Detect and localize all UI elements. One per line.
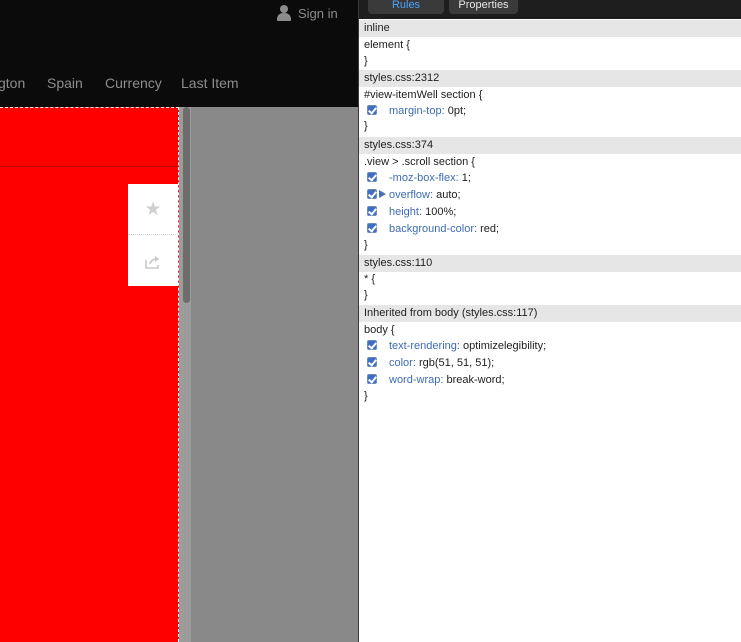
rule-selector: #view-itemWell section { [364,89,483,101]
property-row: margin-top: 0pt; [367,105,466,121]
property-value[interactable]: rgb(51, 51, 51); [419,357,494,369]
property-value[interactable]: 1; [462,172,471,184]
section-divider [0,166,178,167]
tab-properties[interactable]: Properties [449,0,518,14]
property-checkbox[interactable] [367,172,377,182]
item-actions: ★ [128,184,178,286]
property-value[interactable]: break-word; [446,374,504,386]
rule-source-inherited: Inherited from body (styles.css:117) [359,305,741,322]
rule-source: styles.css:374 [359,137,741,154]
sign-in-link[interactable]: Sign in [277,4,338,22]
share-icon[interactable] [145,255,161,269]
expand-arrow-icon[interactable] [379,190,386,198]
property-name[interactable]: height [389,206,419,218]
property-checkbox[interactable] [367,105,377,115]
star-icon[interactable]: ★ [128,198,178,221]
nav-item-currency[interactable]: Currency [105,75,162,91]
property-checkbox[interactable] [367,374,377,384]
property-name[interactable]: color [389,357,413,369]
property-name[interactable]: overflow [389,189,430,201]
inspector-tab-strip: Rules Properties [359,0,741,19]
property-checkbox[interactable] [367,357,377,367]
property-value[interactable]: optimizelegibility; [463,340,546,352]
rule-selector: element { [364,39,410,51]
nav-item-gton[interactable]: gton [0,75,25,91]
property-checkbox[interactable] [367,223,377,233]
property-name[interactable]: text-rendering [389,340,457,352]
scrollbar-thumb[interactable] [183,107,190,303]
rule-source: styles.css:2312 [359,70,741,87]
property-row: background-color: red; [367,223,499,239]
property-value[interactable]: 100%; [425,206,456,218]
rule-source: styles.css:110 [359,255,741,272]
property-value[interactable]: red; [480,223,499,235]
property-checkbox[interactable] [367,340,377,350]
tab-rules[interactable]: Rules [368,0,444,14]
style-inspector: Rules Properties inline element { } styl… [358,0,741,642]
property-row: height: 100%; [367,206,456,222]
rule-selector: * { [364,273,376,285]
rule-selector: .view > .scroll section { [364,156,475,168]
property-row: color: rgb(51, 51, 51); [367,357,494,373]
rule-close-brace: } [364,239,368,251]
property-checkbox[interactable] [367,189,377,199]
property-name[interactable]: background-color [389,223,474,235]
site-header: Sign in gton Spain Currency Last Item [0,0,358,107]
rule-close-brace: } [364,55,368,67]
property-value[interactable]: 0pt; [448,105,466,117]
nav-item-spain[interactable]: Spain [47,75,83,91]
property-checkbox[interactable] [367,206,377,216]
property-name[interactable]: word-wrap [389,374,440,386]
nav-item-last-item[interactable]: Last Item [181,75,239,91]
property-row: text-rendering: optimizelegibility; [367,340,546,356]
property-row: -moz-box-flex: 1; [367,172,471,188]
rule-close-brace: } [364,289,368,301]
rule-close-brace: } [364,120,368,132]
sign-in-label: Sign in [298,5,338,21]
property-value[interactable]: auto; [436,189,460,201]
rule-selector: body { [364,324,395,336]
property-row: overflow: auto; [367,189,461,205]
rule-close-brace: } [364,390,368,402]
property-name[interactable]: -moz-box-flex [389,172,456,184]
property-row: word-wrap: break-word; [367,374,505,390]
page-background [191,107,358,642]
property-name[interactable]: margin-top [389,105,442,117]
rule-source-inline: inline [359,20,741,37]
action-divider [128,234,178,235]
user-icon [277,5,291,21]
